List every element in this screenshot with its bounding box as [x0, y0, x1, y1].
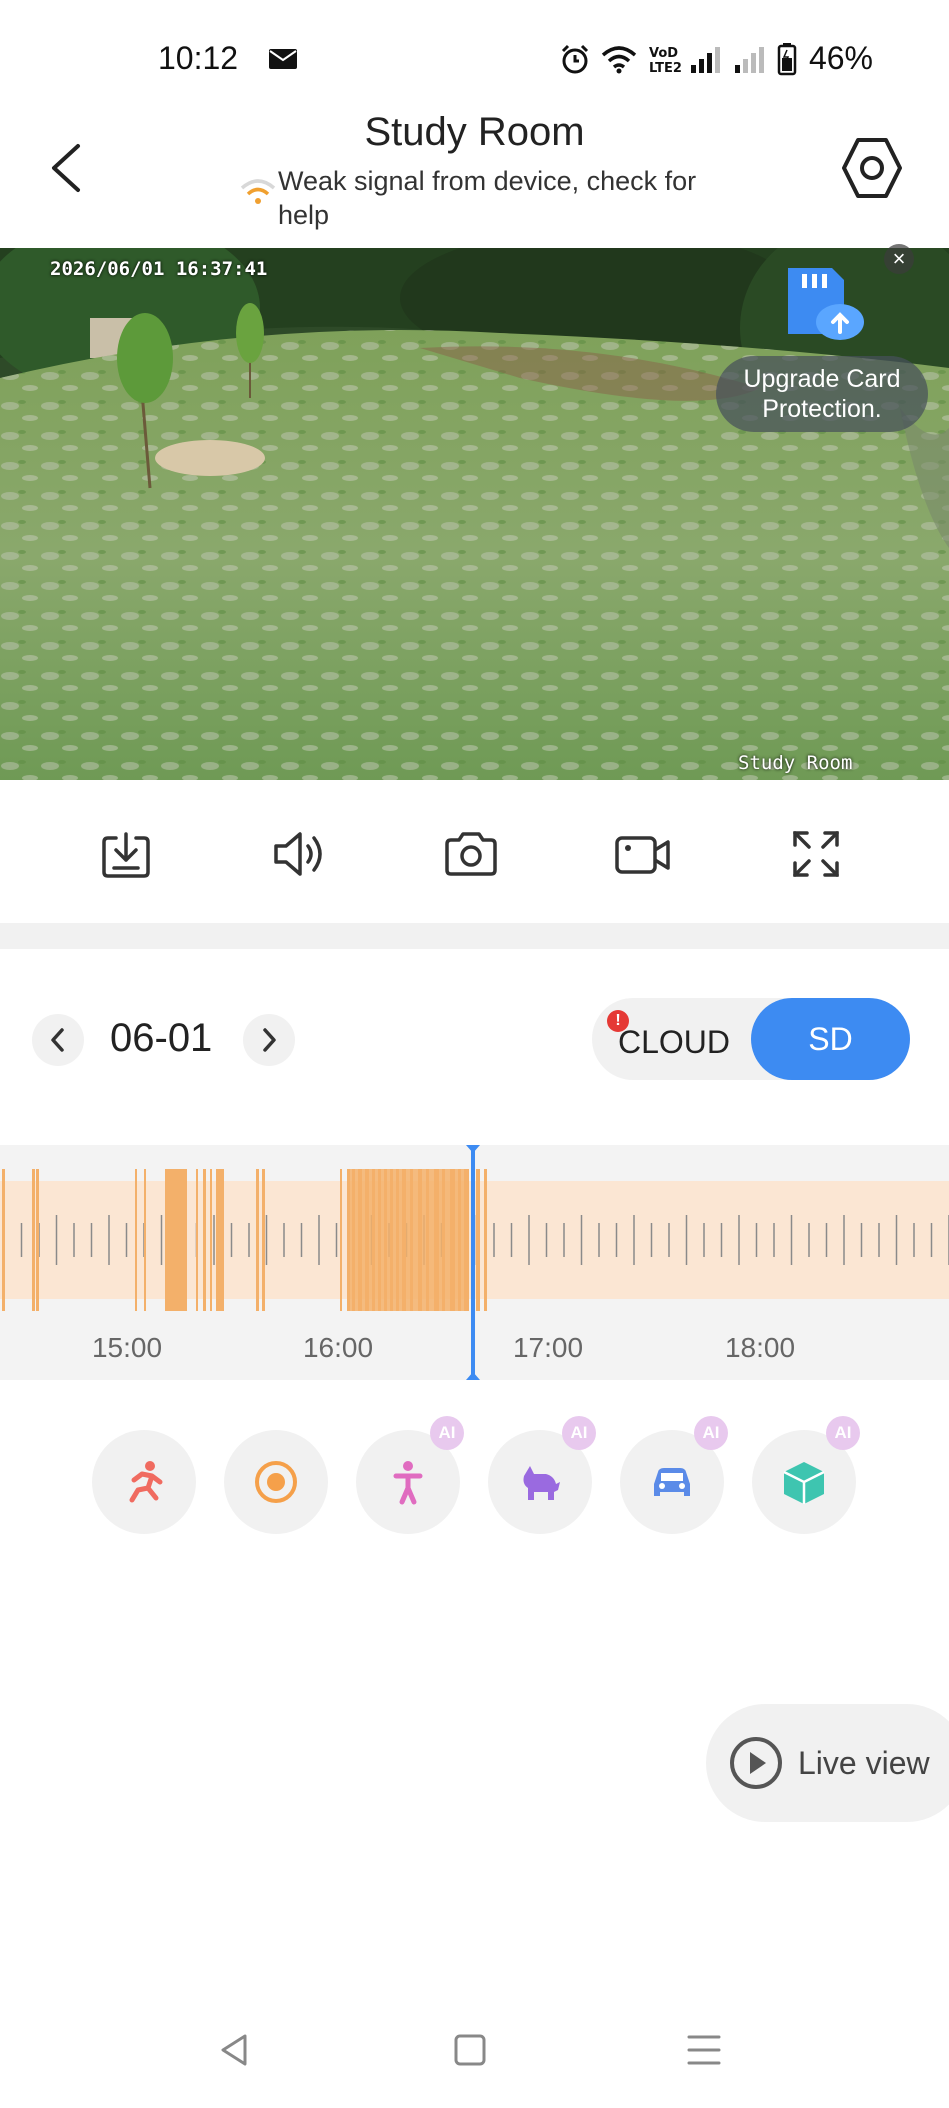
live-view-button[interactable]: Live view: [706, 1704, 949, 1822]
filter-person[interactable]: AI: [356, 1416, 464, 1534]
fullscreen-button[interactable]: [780, 818, 852, 890]
timeline-event: [135, 1169, 137, 1311]
person-icon: [393, 1461, 423, 1505]
timeline-event: [340, 1169, 342, 1311]
timeline-event: [196, 1169, 198, 1311]
target-icon: [255, 1461, 297, 1503]
sd-tab[interactable]: SD: [751, 998, 910, 1080]
battery-icon: [777, 42, 797, 75]
mail-icon: [269, 49, 297, 69]
signal-weak-icon: [734, 46, 764, 73]
playhead-top-marker: [466, 1145, 480, 1153]
fullscreen-icon: [793, 831, 839, 877]
filter-pet[interactable]: AI: [488, 1416, 596, 1534]
timeline-event: [256, 1169, 259, 1311]
download-icon: [102, 832, 150, 878]
svg-text:LTE2: LTE2: [649, 61, 681, 75]
record-button[interactable]: [607, 818, 679, 890]
back-nav-icon: [221, 2034, 247, 2066]
timeline-event: [484, 1169, 487, 1311]
video-timestamp: 2026/06/01 16:37:41: [50, 258, 268, 280]
speaker-icon: [274, 832, 322, 876]
nav-recents[interactable]: [680, 2026, 728, 2074]
signal-warning[interactable]: Weak signal from device, check for help: [238, 164, 718, 232]
promo-close-button[interactable]: ×: [884, 244, 914, 274]
upgrade-card-promo[interactable]: Upgrade Card Protection.: [716, 356, 928, 432]
weak-wifi-icon: [240, 179, 276, 204]
running-person-icon: [129, 1461, 163, 1503]
home-nav-icon: [454, 2034, 486, 2066]
timeline-hour-label: 17:00: [513, 1332, 583, 1363]
ai-badge: AI: [826, 1416, 860, 1450]
ai-badge: AI: [694, 1416, 728, 1450]
car-icon: [654, 1468, 690, 1496]
prev-day-button[interactable]: [32, 1014, 84, 1066]
status-time: 10:12: [158, 40, 239, 76]
nav-back[interactable]: [211, 2026, 259, 2074]
chevron-left-icon: [51, 1028, 64, 1052]
page-title: Study Room: [364, 110, 585, 154]
pet-icon: [523, 1466, 560, 1500]
timeline-event: [262, 1169, 265, 1311]
snapshot-button[interactable]: [435, 818, 507, 890]
nav-home[interactable]: [446, 2026, 494, 2074]
speaker-button[interactable]: [262, 818, 334, 890]
volte-icon: VoD LTE2: [649, 46, 681, 75]
live-view-label: Live view: [798, 1744, 930, 1781]
filter-motion[interactable]: [92, 1430, 196, 1534]
playback-timeline[interactable]: 15:00 16:00 17:00 18:00: [0, 1145, 949, 1380]
timeline-event: [165, 1169, 187, 1311]
battery-percent: 46%: [808, 40, 873, 76]
ai-badge: AI: [562, 1416, 596, 1450]
signal-warning-text: Weak signal from device, check for help: [278, 166, 697, 230]
cloud-alert-badge: !: [607, 1010, 629, 1032]
package-icon: [783, 1462, 825, 1504]
timeline-event: [2, 1169, 5, 1311]
filter-vehicle[interactable]: AI: [620, 1416, 728, 1534]
timeline-event: [144, 1169, 146, 1311]
section-divider: [0, 923, 949, 949]
timeline-event: [350, 1169, 468, 1311]
timeline-playhead: [471, 1145, 475, 1380]
svg-text:VoD: VoD: [649, 46, 678, 61]
timeline-hour-labels: 15:00 16:00 17:00 18:00: [92, 1332, 795, 1363]
settings-button[interactable]: [838, 134, 906, 202]
play-circle-icon: [730, 1737, 782, 1789]
timeline-event: [203, 1169, 206, 1311]
signal-icon: [690, 46, 720, 73]
timeline-hour-label: 15:00: [92, 1332, 162, 1363]
cloud-tab[interactable]: CLOUD: [618, 1024, 730, 1061]
timeline-event: [476, 1169, 480, 1311]
filter-package[interactable]: AI: [752, 1416, 860, 1534]
recents-nav-icon: [687, 2035, 721, 2065]
wifi-icon: [601, 45, 637, 73]
timeline-event: [210, 1169, 212, 1311]
next-day-button[interactable]: [243, 1014, 295, 1066]
timeline-hour-label: 16:00: [303, 1332, 373, 1363]
timeline-event: [216, 1169, 224, 1311]
sd-card-upload-icon[interactable]: [774, 258, 870, 346]
download-button[interactable]: [90, 818, 162, 890]
alarm-icon: [561, 44, 589, 73]
record-icon: [615, 836, 670, 874]
camera-icon: [445, 832, 497, 876]
timeline-hour-label: 18:00: [725, 1332, 795, 1363]
playhead-bottom-marker: [466, 1372, 480, 1380]
timeline-event: [347, 1169, 350, 1311]
filter-sound[interactable]: [224, 1430, 328, 1534]
ai-badge: AI: [430, 1416, 464, 1450]
timeline-event: [36, 1169, 39, 1311]
status-icons: VoD LTE2 46%: [559, 40, 873, 77]
video-camera-label: Study Room: [738, 752, 853, 774]
selected-date[interactable]: 06-01: [110, 1016, 212, 1061]
chevron-right-icon: [263, 1028, 276, 1052]
timeline-event: [32, 1169, 35, 1311]
